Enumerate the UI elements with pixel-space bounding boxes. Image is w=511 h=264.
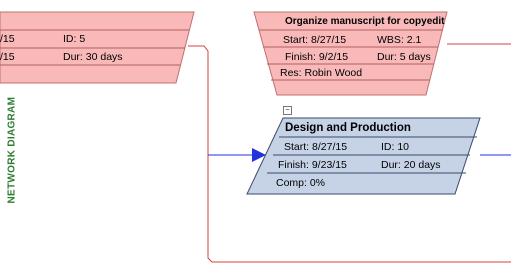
collapse-toggle[interactable]: −	[283, 106, 292, 115]
main-node-id: ID: 10	[381, 141, 410, 153]
top-node-duration: Dur: 5 days	[377, 51, 431, 63]
top-node-wbs: WBS: 2.1	[377, 34, 422, 46]
top-node-title: Organize manuscript for copyedit	[285, 16, 445, 27]
top-node-resource: Res: Robin Wood	[280, 67, 363, 79]
left-node-duration: Dur: 30 days	[63, 51, 123, 63]
main-node-finish: Finish: 9/23/15	[278, 159, 347, 171]
left-node-id: ID: 5	[63, 33, 86, 45]
top-node-finish: Finish: 9/2/15	[285, 51, 349, 63]
main-node-duration: Dur: 20 days	[381, 159, 441, 171]
left-node-start-fragment: /15	[0, 33, 15, 45]
main-node-complete: Comp: 0%	[276, 177, 326, 189]
top-node-start: Start: 8/27/15	[283, 34, 347, 46]
main-node-start: Start: 8/27/15	[284, 141, 348, 153]
task-node-left[interactable]	[0, 11, 195, 84]
main-node-title: Design and Production	[285, 122, 411, 134]
left-node-finish-fragment: /15	[0, 51, 15, 63]
